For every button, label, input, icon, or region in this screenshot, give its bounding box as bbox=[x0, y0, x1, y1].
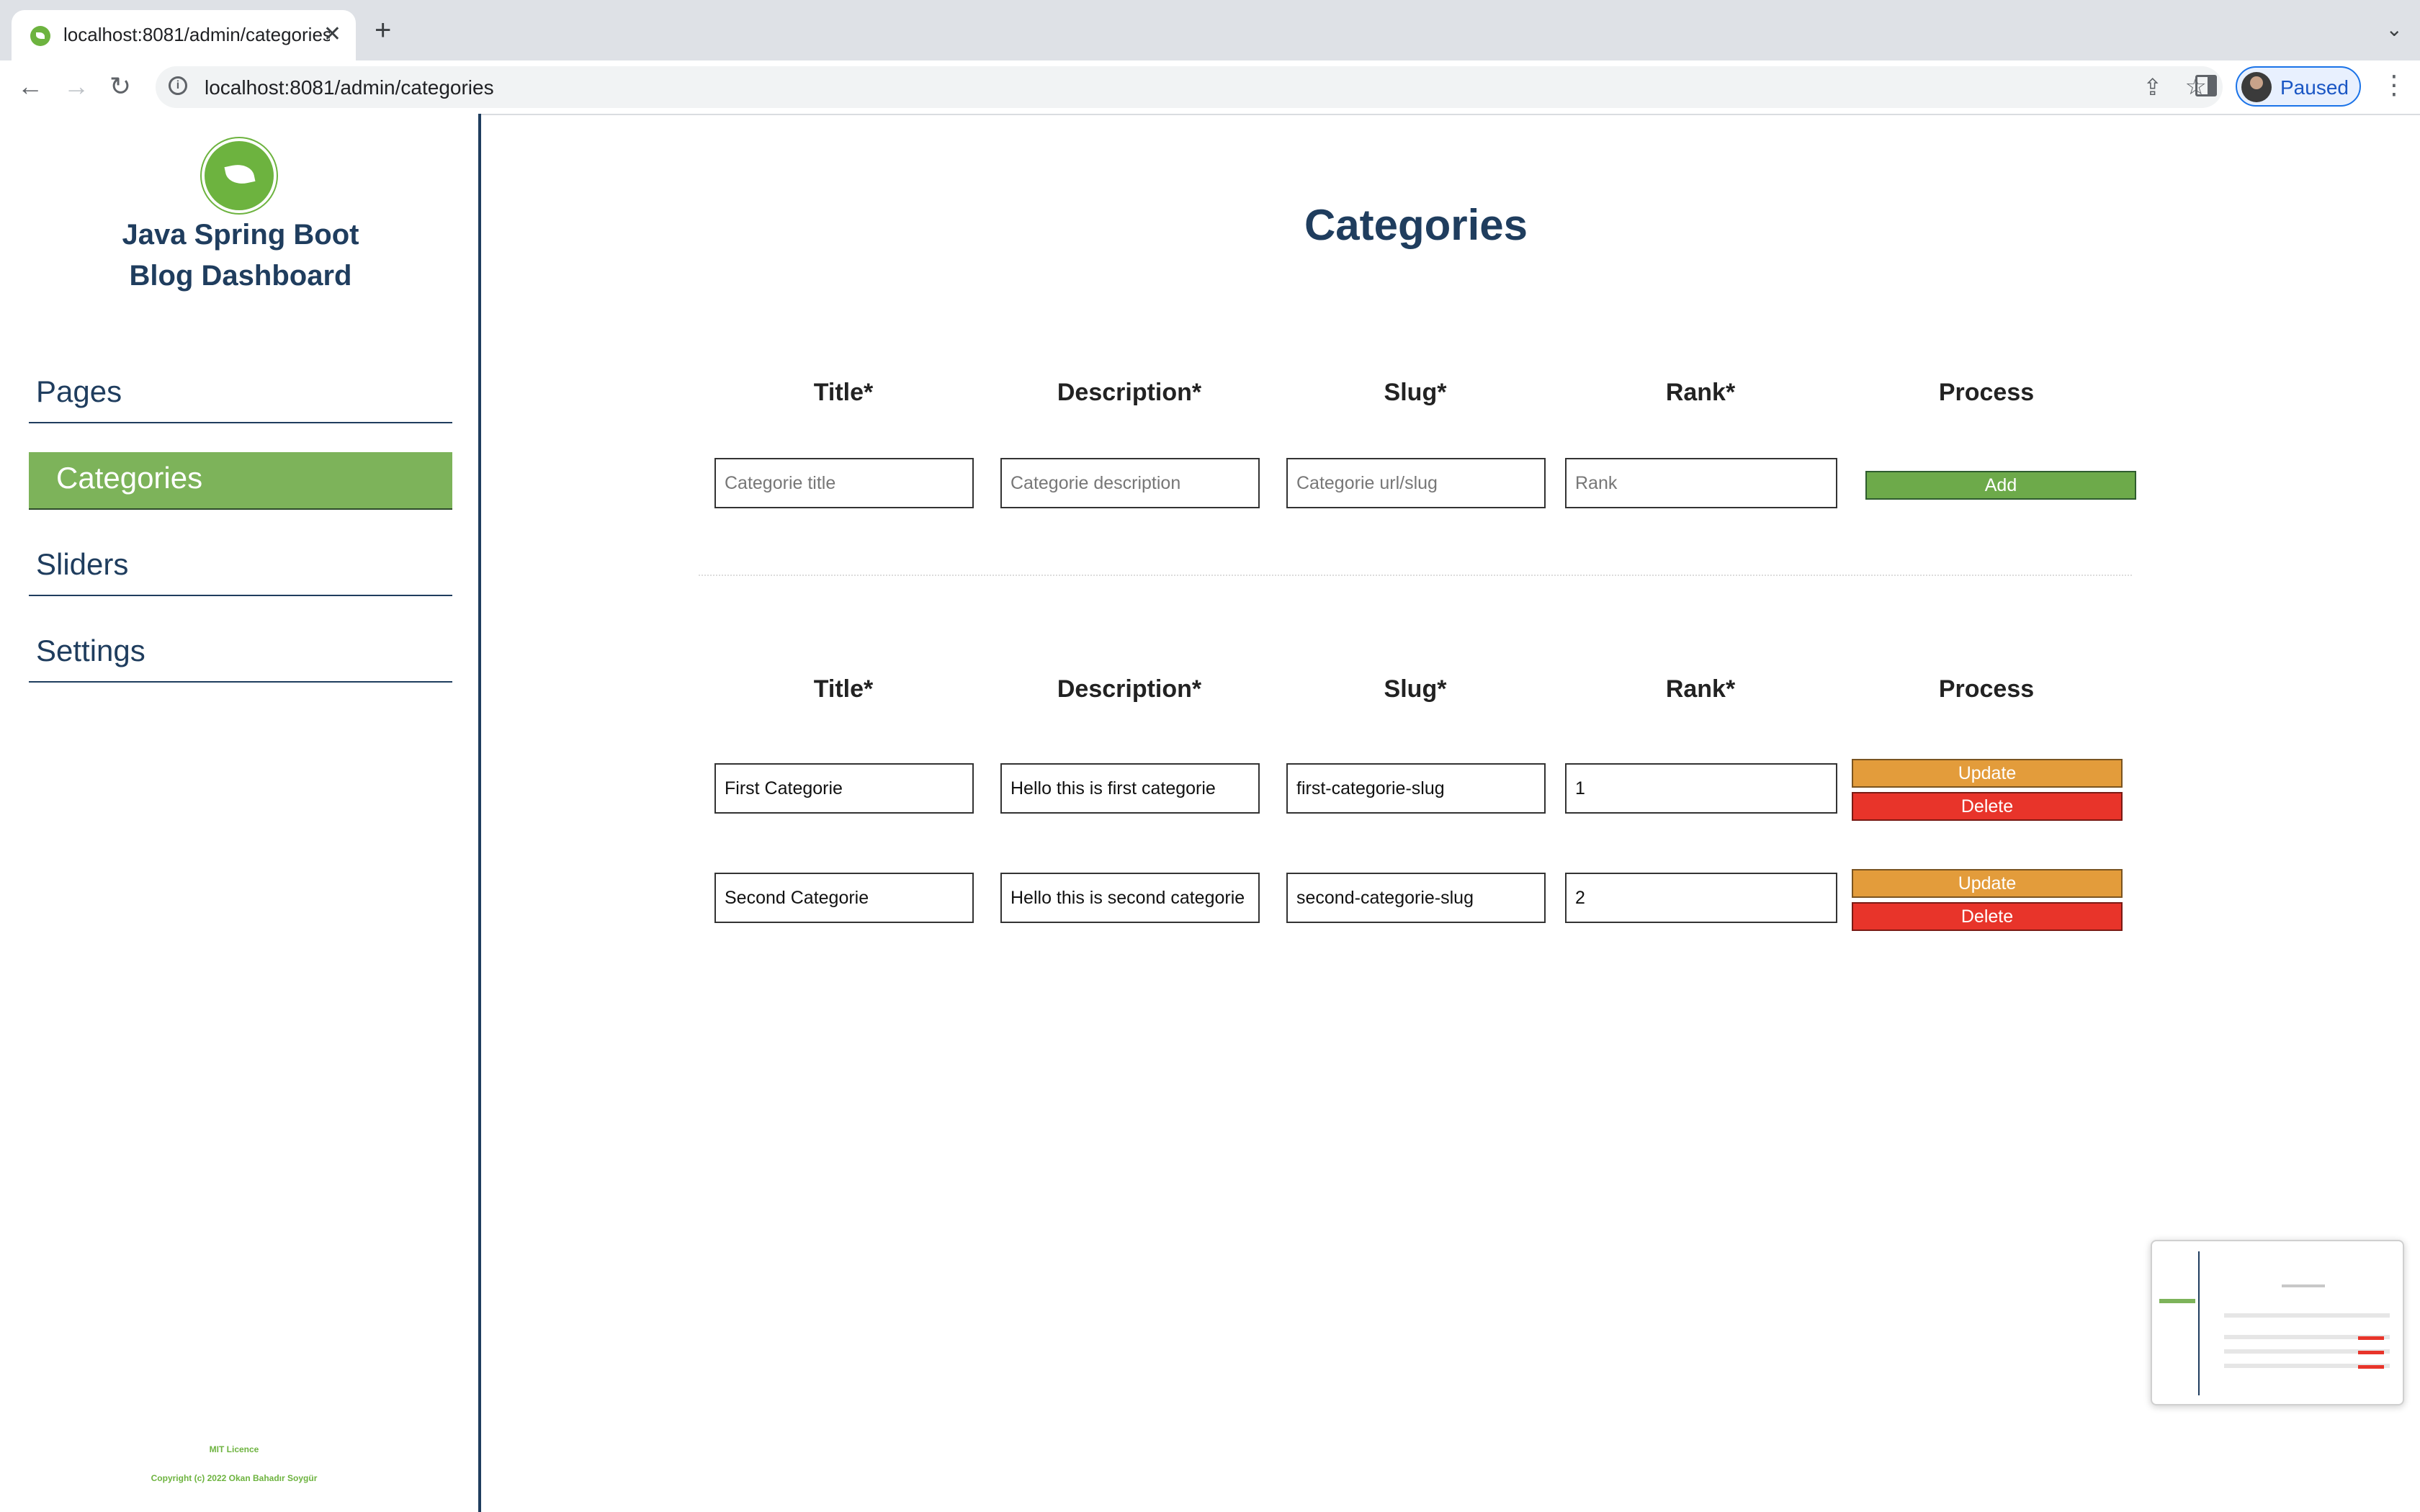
sidebar-item-label: Pages bbox=[36, 374, 122, 408]
brand-line-2: Blog Dashboard bbox=[129, 260, 352, 292]
delete-button[interactable]: Delete bbox=[1852, 902, 2123, 931]
row-rank-input[interactable]: 2 bbox=[1565, 873, 1837, 923]
tab-title: localhost:8081/admin/categories bbox=[63, 24, 330, 45]
column-header-description: Description* bbox=[1057, 675, 1202, 703]
address-bar[interactable]: i localhost:8081/admin/categories ⇪ ☆ bbox=[156, 66, 2223, 108]
tab-close-icon[interactable]: ✕ bbox=[323, 22, 341, 48]
delete-button[interactable]: Delete bbox=[1852, 792, 2123, 821]
sidebar-item-settings[interactable]: Settings bbox=[29, 625, 452, 683]
browser-tabstrip: localhost:8081/admin/categories ✕ + ⌄ bbox=[0, 0, 2420, 60]
reload-icon[interactable]: ↻ bbox=[109, 71, 131, 102]
spring-logo-icon bbox=[205, 141, 274, 210]
row-title-input[interactable]: First Categorie bbox=[714, 763, 974, 814]
column-header-title: Title* bbox=[813, 675, 874, 703]
licence-text: MIT Licence bbox=[209, 1444, 259, 1454]
new-title-input[interactable]: Categorie title bbox=[714, 458, 974, 508]
row-slug-input[interactable]: second-categorie-slug bbox=[1286, 873, 1546, 923]
column-header-process: Process bbox=[1938, 379, 2035, 406]
profile-status: Paused bbox=[2280, 76, 2349, 99]
sidebar-item-pages[interactable]: Pages bbox=[29, 366, 452, 423]
screenshot-thumbnail[interactable] bbox=[2151, 1240, 2404, 1405]
new-slug-input[interactable]: Categorie url/slug bbox=[1286, 458, 1546, 508]
thumbnail-title bbox=[2282, 1284, 2325, 1287]
column-header-description: Description* bbox=[1057, 379, 1202, 406]
brand-title: Java Spring Boot Blog Dashboard bbox=[0, 215, 481, 297]
column-header-rank: Rank* bbox=[1665, 675, 1736, 703]
thumbnail-active-item bbox=[2159, 1299, 2195, 1303]
profile-button[interactable]: Paused bbox=[2236, 66, 2361, 107]
thumbnail-button bbox=[2358, 1365, 2384, 1369]
new-description-input[interactable]: Categorie description bbox=[1000, 458, 1260, 508]
column-header-rank: Rank* bbox=[1665, 379, 1736, 406]
update-button[interactable]: Update bbox=[1852, 759, 2123, 788]
row-description-input[interactable]: Hello this is first categorie bbox=[1000, 763, 1260, 814]
page-title: Categories bbox=[1304, 201, 1528, 249]
tab-search-chevron-icon[interactable]: ⌄ bbox=[2386, 17, 2403, 41]
site-info-icon[interactable]: i bbox=[169, 76, 187, 95]
browser-toolbar: ← → ↻ i localhost:8081/admin/categories … bbox=[0, 60, 2420, 115]
main-content: Categories Title* Description* Slug* Ran… bbox=[481, 114, 2420, 1512]
browser-tab[interactable]: localhost:8081/admin/categories ✕ bbox=[12, 10, 356, 60]
update-button[interactable]: Update bbox=[1852, 869, 2123, 898]
thumbnail-row bbox=[2224, 1313, 2390, 1318]
share-icon[interactable]: ⇪ bbox=[2143, 73, 2162, 101]
thumbnail-button bbox=[2358, 1336, 2384, 1340]
row-rank-input[interactable]: 1 bbox=[1565, 763, 1837, 814]
row-description-input[interactable]: Hello this is second categorie bbox=[1000, 873, 1260, 923]
sidebar-item-categories[interactable]: Categories bbox=[29, 452, 452, 510]
avatar bbox=[2241, 72, 2272, 102]
sidebar-item-label: Settings bbox=[36, 634, 145, 667]
new-tab-button[interactable]: + bbox=[375, 16, 391, 45]
address-url[interactable]: localhost:8081/admin/categories bbox=[205, 76, 494, 99]
column-header-slug: Slug* bbox=[1384, 675, 1447, 703]
column-header-title: Title* bbox=[813, 379, 874, 406]
sidebar: Java Spring Boot Blog Dashboard Pages Ca… bbox=[0, 114, 481, 1512]
brand-line-1: Java Spring Boot bbox=[122, 219, 359, 251]
sidebar-item-label: Sliders bbox=[36, 547, 129, 581]
new-rank-input[interactable]: Rank bbox=[1565, 458, 1837, 508]
row-title-input[interactable]: Second Categorie bbox=[714, 873, 974, 923]
row-slug-input[interactable]: first-categorie-slug bbox=[1286, 763, 1546, 814]
sidebar-menu: Pages Categories Sliders Settings bbox=[29, 366, 452, 711]
add-button[interactable]: Add bbox=[1865, 471, 2136, 500]
side-panel-icon[interactable] bbox=[2195, 75, 2217, 96]
back-arrow-icon[interactable]: ← bbox=[17, 71, 43, 102]
spring-favicon-icon bbox=[30, 26, 50, 46]
copyright-text: Copyright (c) 2022 Okan Bahadır Soygür bbox=[151, 1473, 318, 1483]
column-header-slug: Slug* bbox=[1384, 379, 1447, 406]
thumbnail-button bbox=[2358, 1351, 2384, 1354]
divider bbox=[699, 575, 2132, 576]
sidebar-item-label: Categories bbox=[56, 461, 203, 495]
forward-arrow-icon[interactable]: → bbox=[63, 71, 89, 102]
sidebar-item-sliders[interactable]: Sliders bbox=[29, 539, 452, 596]
thumbnail-sidebar bbox=[2156, 1251, 2200, 1395]
browser-menu-icon[interactable]: ⋮ bbox=[2381, 71, 2407, 99]
column-header-process: Process bbox=[1938, 675, 2035, 703]
